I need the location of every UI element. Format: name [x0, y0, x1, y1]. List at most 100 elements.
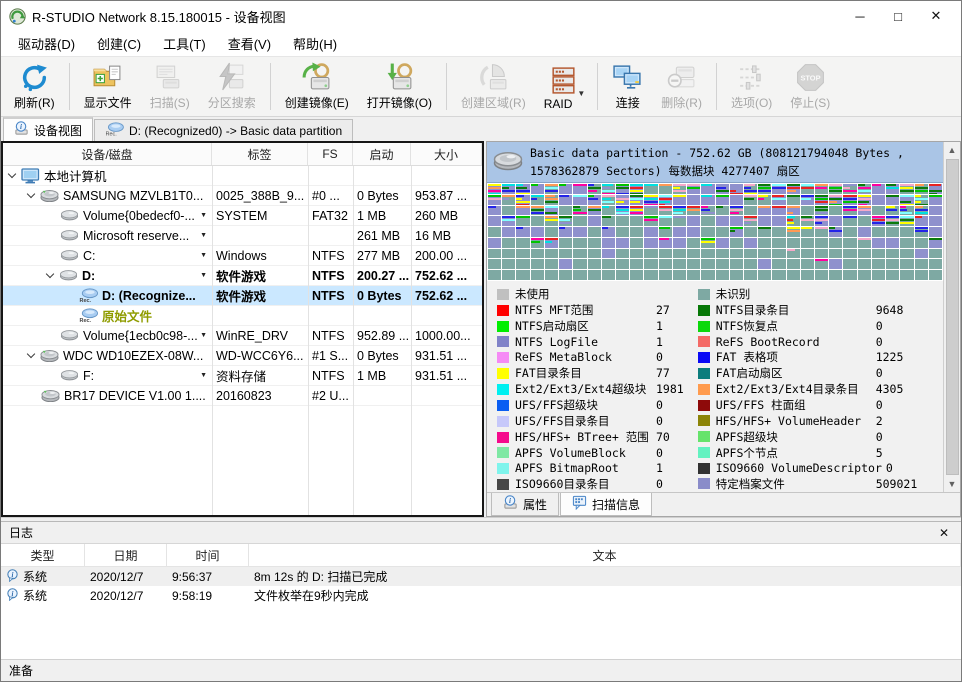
scan-block[interactable]: [886, 238, 899, 248]
dropdown-arrow-icon[interactable]: ▼: [200, 332, 207, 339]
scan-block[interactable]: [886, 216, 899, 226]
maximize-button[interactable]: □: [879, 2, 917, 30]
scan-block[interactable]: [900, 259, 913, 269]
scan-block[interactable]: [644, 238, 657, 248]
scan-block[interactable]: [886, 249, 899, 259]
scan-block[interactable]: [588, 249, 601, 259]
dropdown-arrow-icon[interactable]: ▼: [200, 252, 207, 259]
scan-block[interactable]: [843, 227, 856, 237]
scan-block[interactable]: [673, 238, 686, 248]
scan-block[interactable]: [701, 238, 714, 248]
scan-block[interactable]: [843, 195, 856, 205]
chevron-down-icon[interactable]: ▼: [577, 89, 585, 98]
dropdown-arrow-icon[interactable]: ▼: [200, 232, 207, 239]
scan-block[interactable]: [701, 227, 714, 237]
scan-block[interactable]: [502, 195, 515, 205]
scan-block[interactable]: [616, 270, 629, 280]
scan-block[interactable]: [630, 238, 643, 248]
scan-block[interactable]: [915, 238, 928, 248]
column-header-4[interactable]: 大小: [411, 143, 482, 165]
scan-block[interactable]: [531, 249, 544, 259]
chevron-down-icon[interactable]: [27, 350, 35, 358]
scan-block[interactable]: [801, 238, 814, 248]
scan-block[interactable]: [829, 238, 842, 248]
scan-block[interactable]: [545, 227, 558, 237]
scan-block[interactable]: [488, 216, 501, 226]
scan-block[interactable]: [659, 216, 672, 226]
scan-block[interactable]: [787, 206, 800, 216]
minimize-button[interactable]: ─: [841, 2, 879, 30]
menu-item-0[interactable]: 驱动器(D): [7, 31, 86, 56]
log-column-header-0[interactable]: 类型: [1, 544, 85, 566]
scan-block[interactable]: [929, 195, 942, 205]
scan-block[interactable]: [531, 216, 544, 226]
scan-block[interactable]: [559, 259, 572, 269]
scan-block[interactable]: [531, 184, 544, 194]
right-pane-scrollbar[interactable]: ▲ ▼: [943, 142, 960, 492]
scan-block[interactable]: [872, 238, 885, 248]
scan-block[interactable]: [531, 238, 544, 248]
scan-block[interactable]: [673, 184, 686, 194]
scan-block[interactable]: [900, 249, 913, 259]
scan-block[interactable]: [602, 206, 615, 216]
scan-block[interactable]: [815, 195, 828, 205]
chevron-down-icon[interactable]: [46, 270, 54, 278]
scan-block[interactable]: [488, 259, 501, 269]
scan-block[interactable]: [772, 184, 785, 194]
log-row[interactable]: i系统2020/12/79:58:19文件枚举在9秒内完成: [1, 586, 961, 605]
scan-block[interactable]: [573, 249, 586, 259]
scan-block[interactable]: [886, 184, 899, 194]
scan-block[interactable]: [616, 195, 629, 205]
scan-block[interactable]: [545, 195, 558, 205]
scan-block[interactable]: [772, 206, 785, 216]
scan-block[interactable]: [801, 270, 814, 280]
menu-item-1[interactable]: 创建(C): [86, 31, 152, 56]
scan-block[interactable]: [701, 249, 714, 259]
scan-block[interactable]: [659, 206, 672, 216]
scan-block[interactable]: [687, 227, 700, 237]
bottom-tab-0[interactable]: i属性: [491, 493, 559, 516]
scan-block[interactable]: [545, 206, 558, 216]
scan-block[interactable]: [716, 249, 729, 259]
scan-block[interactable]: [744, 249, 757, 259]
scan-block[interactable]: [559, 184, 572, 194]
scan-block[interactable]: [687, 270, 700, 280]
scan-block[interactable]: [801, 206, 814, 216]
scan-block[interactable]: [787, 216, 800, 226]
scan-block[interactable]: [602, 216, 615, 226]
scan-block[interactable]: [787, 238, 800, 248]
scan-block[interactable]: [843, 238, 856, 248]
scan-block[interactable]: [644, 249, 657, 259]
scan-block[interactable]: [858, 238, 871, 248]
scan-block[interactable]: [559, 227, 572, 237]
scan-block[interactable]: [630, 259, 643, 269]
scan-block[interactable]: [829, 216, 842, 226]
scan-block[interactable]: [716, 206, 729, 216]
scan-block[interactable]: [758, 249, 771, 259]
scan-block[interactable]: [772, 227, 785, 237]
scan-block[interactable]: [900, 270, 913, 280]
menu-item-2[interactable]: 工具(T): [152, 31, 217, 56]
scan-block[interactable]: [545, 184, 558, 194]
scan-block[interactable]: [858, 195, 871, 205]
log-column-header-2[interactable]: 时间: [167, 544, 249, 566]
scan-block[interactable]: [488, 238, 501, 248]
scan-block[interactable]: [687, 238, 700, 248]
scan-block[interactable]: [588, 259, 601, 269]
scan-block[interactable]: [815, 216, 828, 226]
scan-block[interactable]: [588, 238, 601, 248]
scan-block[interactable]: [858, 227, 871, 237]
scan-block[interactable]: [915, 206, 928, 216]
view-tab-1[interactable]: Rec.D: (Recognized0) -> Basic data parti…: [94, 119, 353, 141]
scan-block[interactable]: [758, 206, 771, 216]
scan-block[interactable]: [502, 227, 515, 237]
scan-block[interactable]: [516, 227, 529, 237]
scan-block[interactable]: [843, 270, 856, 280]
scan-block[interactable]: [630, 227, 643, 237]
scan-block[interactable]: [687, 184, 700, 194]
scan-block[interactable]: [644, 270, 657, 280]
scan-block[interactable]: [659, 195, 672, 205]
toolbar-button-refresh[interactable]: 刷新(R): [5, 59, 64, 115]
menu-item-3[interactable]: 查看(V): [217, 31, 282, 56]
scan-block[interactable]: [602, 238, 615, 248]
